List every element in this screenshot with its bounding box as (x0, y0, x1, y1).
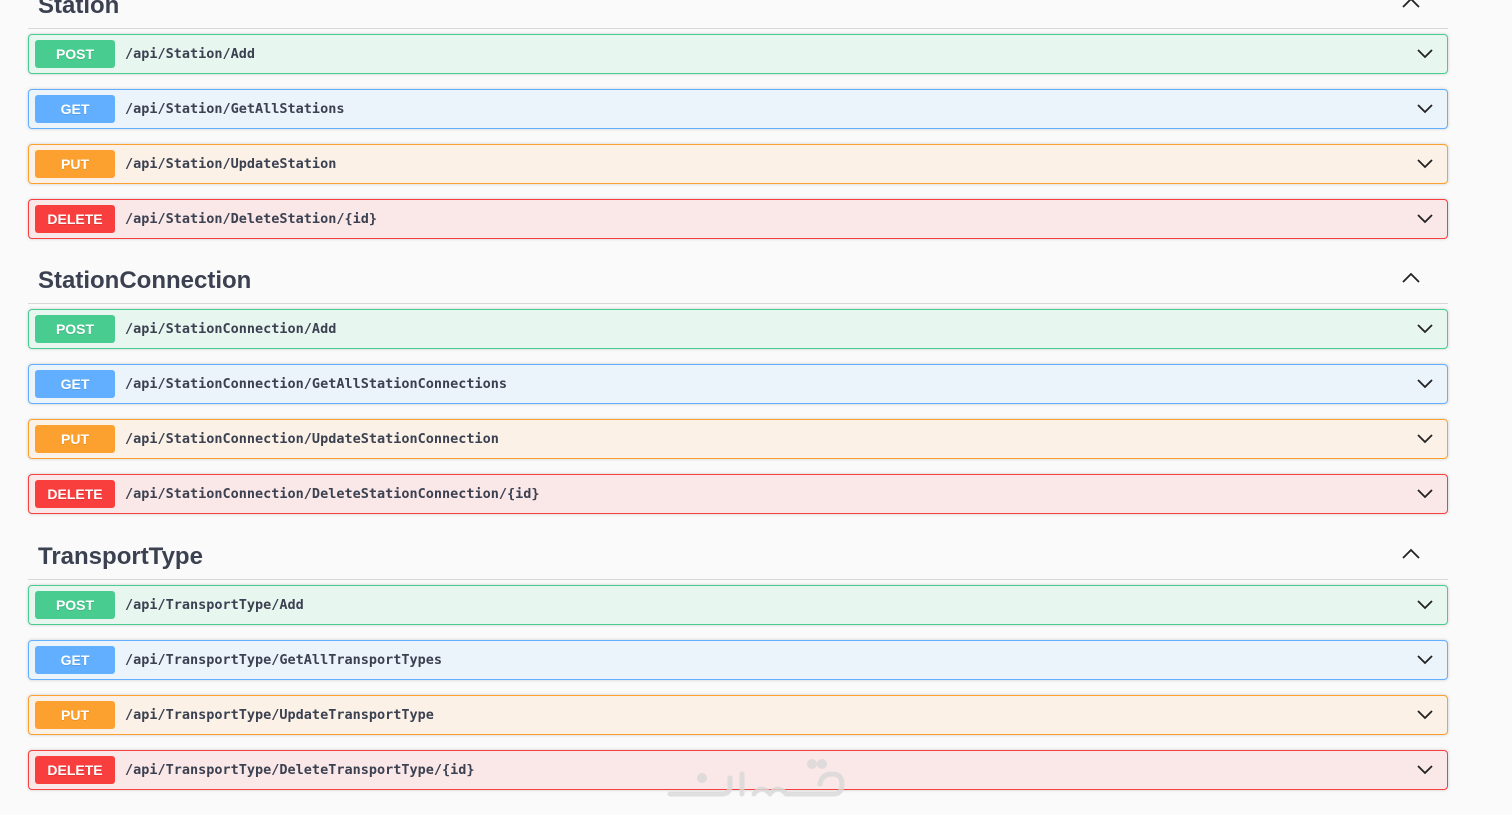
method-badge-put: PUT (35, 425, 115, 453)
section-title[interactable]: Station (38, 0, 119, 20)
operation-path: /api/TransportType/DeleteTransportType/{… (125, 762, 475, 778)
operation-get-stationconnection-getall[interactable]: GET /api/StationConnection/GetAllStation… (28, 364, 1448, 404)
section-stationconnection: StationConnection POST /api/StationConne… (28, 263, 1448, 514)
operation-path: /api/StationConnection/DeleteStationConn… (125, 486, 540, 502)
section-title[interactable]: TransportType (38, 543, 203, 571)
section-transporttype: TransportType POST /api/TransportType/Ad… (28, 539, 1448, 790)
chevron-down-icon[interactable] (1415, 707, 1435, 723)
chevron-down-icon[interactable] (1415, 652, 1435, 668)
operation-delete-transporttype[interactable]: DELETE /api/TransportType/DeleteTranspor… (28, 750, 1448, 790)
chevron-down-icon[interactable] (1415, 46, 1435, 62)
operation-path: /api/Station/GetAllStations (125, 101, 345, 117)
method-badge-get: GET (35, 646, 115, 674)
operation-path: /api/StationConnection/Add (125, 321, 337, 337)
section-header-stationconnection[interactable]: StationConnection (28, 263, 1448, 304)
operation-put-transporttype-update[interactable]: PUT /api/TransportType/UpdateTransportTy… (28, 695, 1448, 735)
method-badge-delete: DELETE (35, 205, 115, 233)
method-badge-get: GET (35, 370, 115, 398)
operation-path: /api/Station/DeleteStation/{id} (125, 211, 377, 227)
chevron-down-icon[interactable] (1415, 156, 1435, 172)
operation-path: /api/TransportType/GetAllTransportTypes (125, 652, 442, 668)
method-badge-put: PUT (35, 701, 115, 729)
chevron-down-icon[interactable] (1415, 321, 1435, 337)
section-header-station[interactable]: Station (28, 0, 1448, 29)
chevron-down-icon[interactable] (1415, 101, 1435, 117)
operation-path: /api/TransportType/Add (125, 597, 304, 613)
chevron-down-icon[interactable] (1415, 376, 1435, 392)
operation-delete-stationconnection[interactable]: DELETE /api/StationConnection/DeleteStat… (28, 474, 1448, 514)
chevron-up-icon[interactable] (1400, 0, 1422, 12)
operation-path: /api/StationConnection/UpdateStationConn… (125, 431, 499, 447)
swagger-operations-page: Station POST /api/Station/Add GET /api/S… (0, 0, 1512, 815)
chevron-up-icon[interactable] (1400, 269, 1422, 287)
method-badge-delete: DELETE (35, 480, 115, 508)
operation-put-stationconnection-update[interactable]: PUT /api/StationConnection/UpdateStation… (28, 419, 1448, 459)
operation-path: /api/StationConnection/GetAllStationConn… (125, 376, 508, 392)
chevron-up-icon[interactable] (1400, 545, 1422, 563)
method-badge-post: POST (35, 40, 115, 68)
method-badge-post: POST (35, 315, 115, 343)
operation-path: /api/TransportType/UpdateTransportType (125, 707, 434, 723)
operation-get-station-getall[interactable]: GET /api/Station/GetAllStations (28, 89, 1448, 129)
section-station: Station POST /api/Station/Add GET /api/S… (28, 0, 1448, 239)
method-badge-delete: DELETE (35, 756, 115, 784)
chevron-down-icon[interactable] (1415, 431, 1435, 447)
section-title[interactable]: StationConnection (38, 267, 251, 295)
method-badge-post: POST (35, 591, 115, 619)
chevron-down-icon[interactable] (1415, 597, 1435, 613)
operation-path: /api/Station/Add (125, 46, 256, 62)
operation-path: /api/Station/UpdateStation (125, 156, 337, 172)
operation-post-transporttype-add[interactable]: POST /api/TransportType/Add (28, 585, 1448, 625)
operation-post-stationconnection-add[interactable]: POST /api/StationConnection/Add (28, 309, 1448, 349)
operation-delete-station[interactable]: DELETE /api/Station/DeleteStation/{id} (28, 199, 1448, 239)
method-badge-put: PUT (35, 150, 115, 178)
chevron-down-icon[interactable] (1415, 762, 1435, 778)
chevron-down-icon[interactable] (1415, 211, 1435, 227)
operation-post-station-add[interactable]: POST /api/Station/Add (28, 34, 1448, 74)
chevron-down-icon[interactable] (1415, 486, 1435, 502)
method-badge-get: GET (35, 95, 115, 123)
section-header-transporttype[interactable]: TransportType (28, 539, 1448, 580)
operation-put-station-update[interactable]: PUT /api/Station/UpdateStation (28, 144, 1448, 184)
operation-get-transporttype-getall[interactable]: GET /api/TransportType/GetAllTransportTy… (28, 640, 1448, 680)
